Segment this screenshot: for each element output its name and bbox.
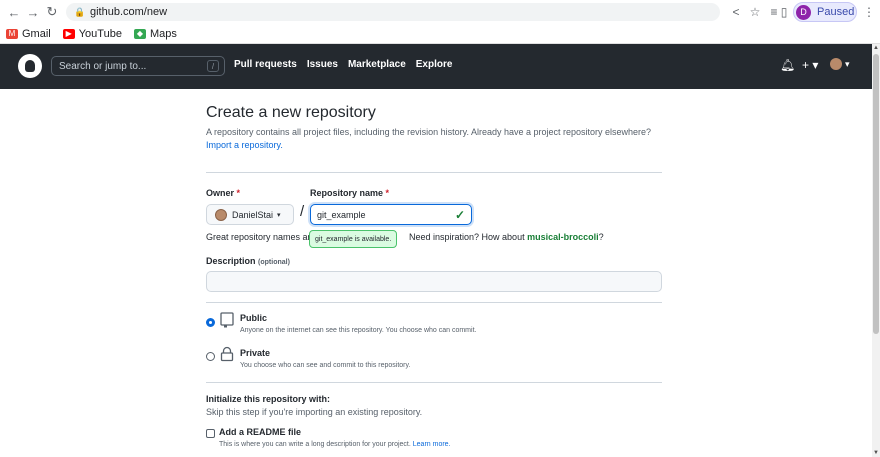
- nav-marketplace[interactable]: Marketplace: [348, 59, 406, 70]
- share-icon[interactable]: <: [728, 4, 744, 20]
- repository-name-input[interactable]: git_example ✓: [310, 204, 472, 225]
- bookmark-label: Gmail: [22, 27, 51, 40]
- lock-icon: 🔒: [74, 7, 86, 17]
- scroll-down-icon[interactable]: ▼: [872, 449, 880, 457]
- bookmark-label: YouTube: [78, 27, 122, 40]
- profile-button[interactable]: D Paused: [793, 2, 857, 22]
- youtube-icon: ▶: [62, 28, 75, 39]
- public-desc: Anyone on the internet can see this repo…: [240, 327, 477, 334]
- address-bar[interactable]: 🔒 github.com/new: [66, 3, 720, 21]
- check-icon: ✓: [454, 208, 465, 222]
- profile-avatar: D: [796, 4, 811, 20]
- owner-repo-separator: /: [300, 203, 305, 220]
- hint-text: Great repository names ar: [206, 232, 311, 242]
- owner-select[interactable]: DanielStai ▾: [206, 204, 294, 225]
- public-title: Public: [240, 313, 268, 323]
- repo-name-value: git_example: [317, 209, 366, 220]
- divider: [206, 382, 662, 383]
- bookmark-label: Maps: [149, 27, 177, 40]
- profile-status: Paused: [817, 6, 855, 18]
- gmail-icon: M: [6, 28, 18, 39]
- initialize-title: Initialize this repository with:: [206, 394, 331, 404]
- header-nav: Pull requests Issues Marketplace Explore: [234, 59, 462, 70]
- user-menu[interactable]: ▾: [830, 58, 850, 70]
- search-input[interactable]: Search or jump to... /: [51, 56, 225, 76]
- divider: [206, 302, 662, 303]
- nav-issues[interactable]: Issues: [307, 59, 338, 70]
- private-title: Private: [240, 348, 271, 358]
- create-new-button[interactable]: + ▾: [802, 58, 818, 72]
- suggested-name-link[interactable]: musical-broccoli: [527, 232, 599, 242]
- github-logo-icon[interactable]: [18, 54, 42, 78]
- divider: [206, 172, 662, 173]
- subtitle-text: A repository contains all project files,…: [206, 127, 652, 137]
- hint-end: ?: [598, 232, 604, 242]
- required-mark: *: [385, 188, 390, 198]
- url-text: github.com/new: [90, 6, 168, 18]
- repo-icon: [220, 312, 234, 331]
- readme-checkbox[interactable]: [206, 429, 215, 438]
- page-title: Create a new repository: [206, 104, 376, 121]
- github-header: Search or jump to... / Pull requests Iss…: [0, 44, 872, 89]
- browser-toolbar: ← → ↻ 🔒 github.com/new < ☆ ≡ ▯ D Paused …: [0, 0, 880, 24]
- nav-explore[interactable]: Explore: [416, 59, 453, 70]
- page-header: Create a new repository A repository con…: [206, 104, 662, 152]
- description-input[interactable]: [206, 271, 662, 292]
- kebab-menu-icon[interactable]: ⋮: [861, 4, 877, 20]
- availability-tooltip: git_example is available.: [309, 230, 398, 248]
- bookmark-maps[interactable]: ◆ Maps: [133, 27, 177, 40]
- owner-label-text: Owner: [206, 188, 235, 198]
- scroll-up-icon[interactable]: ▲: [872, 44, 880, 52]
- chevron-down-icon: ▾: [845, 58, 850, 69]
- description-label: Description (optional): [206, 256, 290, 266]
- scroll-thumb[interactable]: [873, 54, 879, 334]
- side-panel-icon[interactable]: ▯: [776, 4, 792, 20]
- chevron-down-icon: ▾: [277, 211, 281, 219]
- required-mark: *: [236, 188, 241, 198]
- inspiration-hint: Need inspiration? How about musical-broc…: [409, 232, 604, 242]
- optional-tag: (optional): [258, 259, 290, 266]
- back-arrow-icon[interactable]: ←: [6, 4, 22, 20]
- public-radio[interactable]: [206, 318, 215, 327]
- maps-icon: ◆: [133, 28, 146, 39]
- readme-desc: This is where you can write a long descr…: [219, 441, 451, 448]
- description-label-text: Description: [206, 256, 256, 266]
- private-desc: You choose who can see and commit to thi…: [240, 362, 411, 369]
- owner-value: DanielStai: [232, 209, 274, 220]
- owner-avatar: [215, 208, 227, 221]
- repo-name-label: Repository name *: [310, 188, 389, 198]
- user-avatar: [830, 58, 842, 70]
- private-radio[interactable]: [206, 352, 215, 361]
- nav-pull-requests[interactable]: Pull requests: [234, 59, 297, 70]
- readme-label: Add a README file: [219, 427, 302, 437]
- reload-icon[interactable]: ↻: [44, 4, 60, 20]
- import-repository-link[interactable]: Import a repository.: [206, 140, 283, 150]
- learn-more-link[interactable]: Learn more.: [413, 441, 451, 448]
- repo-label-text: Repository name: [310, 188, 384, 198]
- search-placeholder: Search or jump to...: [59, 60, 147, 72]
- inspiration-text: Need inspiration? How about: [409, 232, 525, 242]
- bell-icon[interactable]: 🔔︎: [780, 58, 795, 72]
- lock-icon: [220, 346, 234, 365]
- bookmarks-bar: M Gmail ▶ YouTube ◆ Maps: [0, 24, 880, 44]
- bookmark-youtube[interactable]: ▶ YouTube: [62, 27, 122, 40]
- search-shortcut-key: /: [207, 60, 219, 72]
- bookmark-gmail[interactable]: M Gmail: [6, 28, 51, 40]
- readme-desc-text: This is where you can write a long descr…: [219, 441, 411, 448]
- page-scrollbar[interactable]: ▲ ▼: [872, 44, 880, 457]
- initialize-subtitle: Skip this step if you're importing an ex…: [206, 407, 423, 417]
- forward-arrow-icon[interactable]: →: [25, 4, 41, 20]
- star-icon[interactable]: ☆: [747, 4, 763, 20]
- page-subtitle: A repository contains all project files,…: [206, 126, 662, 152]
- owner-label: Owner *: [206, 188, 240, 198]
